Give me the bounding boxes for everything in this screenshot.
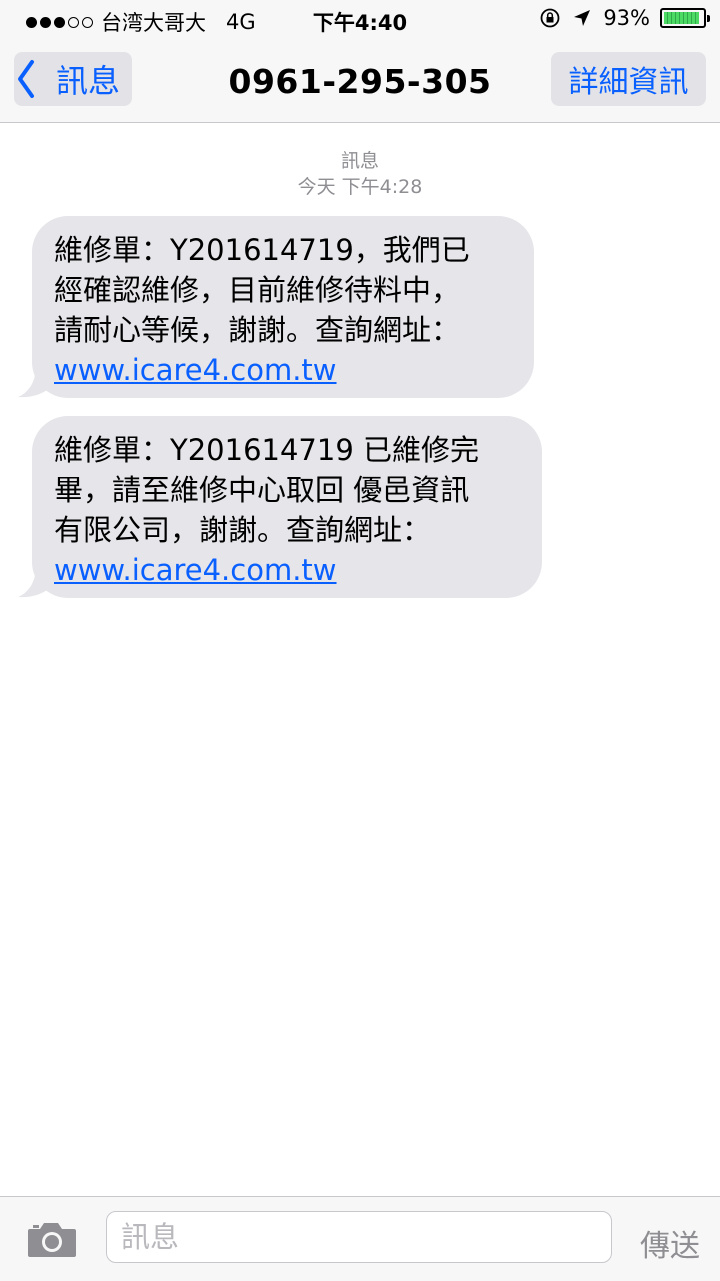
message-bubble[interactable]: 維修單：Y201614719 已維修完 畢，請至維修中心取回 優邑資訊 有限公司…: [18, 416, 542, 598]
message-text-line: 畢，請至維修中心取回 優邑資訊: [54, 473, 470, 507]
message-text-line: 維修單：Y201614719，我們已: [54, 233, 470, 267]
message-link[interactable]: www.icare4.com.tw: [54, 350, 512, 390]
details-button[interactable]: 詳細資訊: [551, 52, 706, 106]
message-text-line: 維修單：Y201614719 已維修完: [54, 433, 479, 467]
message-link[interactable]: www.icare4.com.tw: [54, 550, 520, 590]
send-button[interactable]: 傳送: [640, 1221, 700, 1265]
bubble-tail: [18, 366, 54, 398]
message-text-line: 請耐心等候，謝謝。查詢網址：: [54, 313, 461, 347]
message-input[interactable]: [106, 1211, 612, 1263]
status-right: 93%: [539, 6, 710, 30]
rotation-lock-icon: [540, 8, 560, 28]
battery-fill: [664, 12, 700, 24]
bubble-tail: [18, 566, 54, 598]
battery-percent: 93%: [603, 6, 650, 30]
location-arrow-icon: [574, 10, 591, 26]
navigation-bar: 訊息 0961-295-305 詳細資訊: [0, 40, 720, 123]
message-timestamp: 今天 下午4:28: [297, 176, 423, 198]
compose-bar: 傳送: [0, 1196, 720, 1281]
status-bar: 台湾大哥大 4G 下午4:40 93%: [0, 0, 720, 40]
message-text-line: 有限公司，謝謝。查詢網址：: [54, 513, 432, 547]
battery-icon: [660, 8, 710, 28]
service-label: 訊息: [340, 150, 379, 172]
message-bubble[interactable]: 維修單：Y201614719，我們已 經確認維修，目前維修待料中， 請耐心等候，…: [18, 216, 534, 398]
conversation-header: 訊息 今天 下午4:28: [0, 148, 720, 200]
camera-icon[interactable]: [26, 1219, 78, 1259]
message-text-line: 經確認維修，目前維修待料中，: [54, 273, 461, 307]
